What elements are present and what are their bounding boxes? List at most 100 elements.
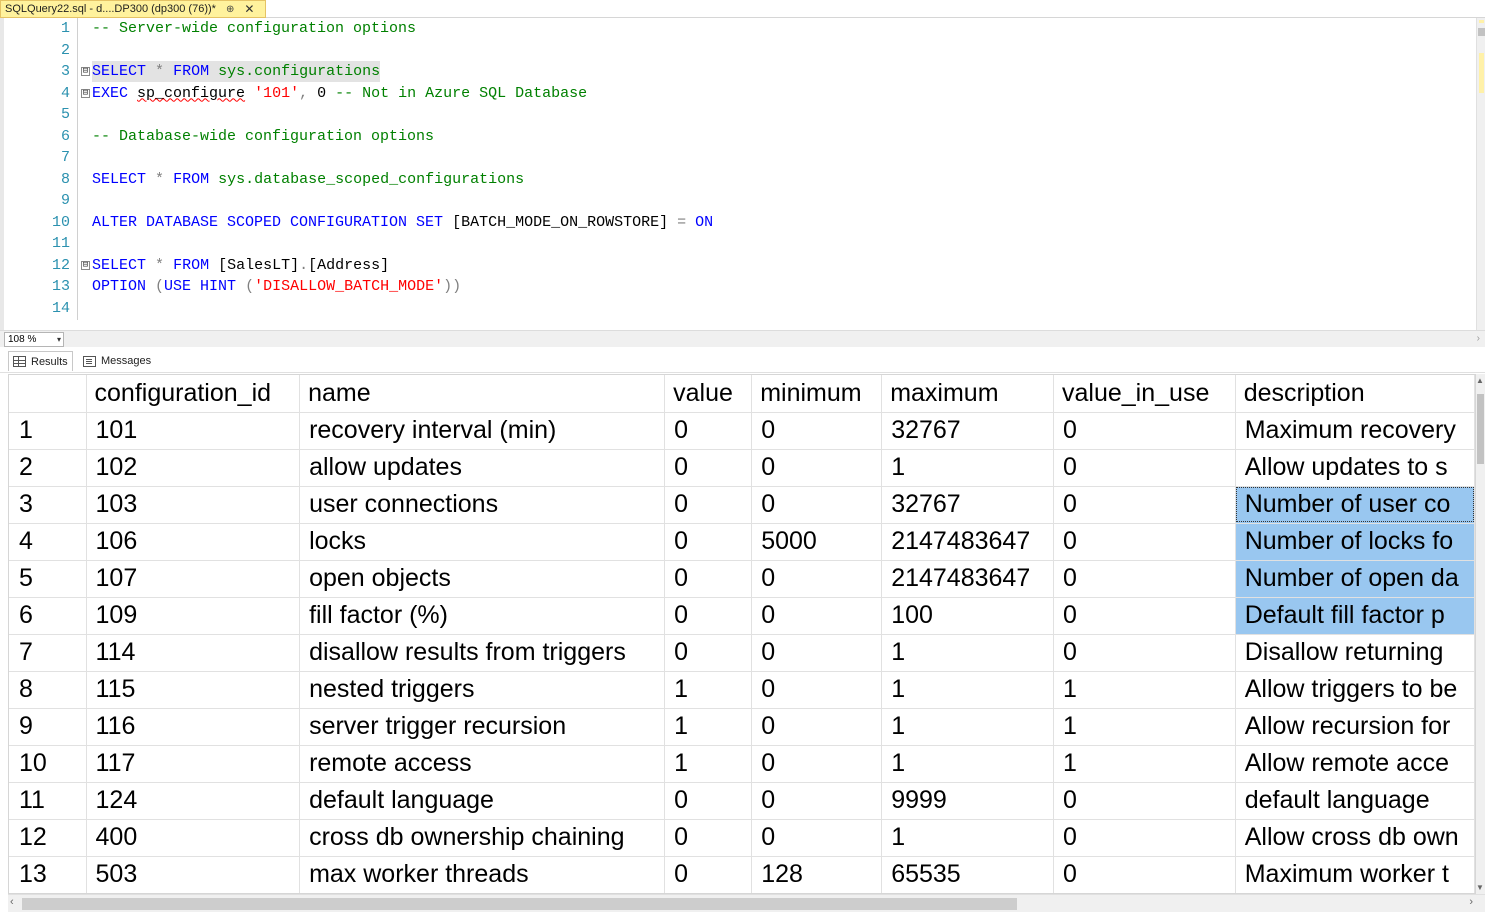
grid-vscroll-thumb[interactable] [1477, 394, 1484, 464]
table-cell[interactable]: nested triggers [299, 671, 666, 709]
table-cell[interactable]: 1 [664, 708, 753, 746]
table-row[interactable]: 6 109 fill factor (%) 0 0 100 0 Default fill fa… [9, 597, 1475, 635]
table-cell[interactable]: 0 [1053, 634, 1236, 672]
table-cell[interactable]: 2147483647 [881, 523, 1055, 561]
row-number[interactable]: 6 [9, 597, 87, 635]
code-line[interactable]: 10 ALTER DATABASE SCOPED CONFIGURATION SE… [0, 212, 1470, 233]
table-cell[interactable]: 0 [664, 819, 753, 857]
table-cell[interactable]: 1 [881, 449, 1055, 487]
table-cell[interactable]: 0 [751, 597, 883, 635]
code-line[interactable]: 13 OPTION (USE HINT ('DISALLOW_BATCH_MODE… [0, 276, 1470, 297]
table-cell[interactable]: 101 [86, 412, 301, 450]
table-cell[interactable]: 0 [664, 856, 753, 893]
table-cell[interactable]: 0 [751, 782, 883, 820]
table-cell[interactable]: 400 [86, 819, 301, 857]
table-cell[interactable]: 1 [881, 671, 1055, 709]
row-number[interactable]: 7 [9, 634, 87, 672]
table-cell[interactable]: 0 [1053, 412, 1236, 450]
table-cell[interactable]: 0 [664, 449, 753, 487]
column-header[interactable]: value_in_use [1053, 375, 1236, 413]
pin-icon[interactable]: ⊕ [226, 4, 234, 15]
table-cell[interactable]: 102 [86, 449, 301, 487]
column-header[interactable]: description [1235, 375, 1475, 413]
table-row[interactable]: 5 107 open objects 0 0 2147483647 0 Number of o… [9, 560, 1475, 598]
table-cell[interactable]: Maximum worker t [1235, 856, 1475, 893]
row-number[interactable]: 3 [9, 486, 87, 524]
row-number[interactable]: 13 [9, 856, 87, 893]
row-number[interactable]: 8 [9, 671, 87, 709]
table-cell[interactable]: 9999 [881, 782, 1055, 820]
close-icon[interactable]: ✕ [244, 2, 254, 16]
scroll-down-icon[interactable]: ▼ [1476, 883, 1484, 892]
table-row[interactable]: 2 102 allow updates 0 0 1 0 Allow updates to s [9, 449, 1475, 487]
table-cell[interactable]: 0 [751, 745, 883, 783]
table-cell[interactable]: Number of user co [1235, 486, 1475, 524]
chevron-down-icon[interactable]: ▾ [57, 333, 61, 346]
code-line[interactable]: 12 ⊟ SELECT * FROM [SalesLT].[Address] [0, 255, 1470, 276]
table-cell[interactable]: 0 [1053, 449, 1236, 487]
table-row[interactable]: 9 116 server trigger recursion 1 0 1 1 Allow re… [9, 708, 1475, 746]
column-header[interactable]: configuration_id [86, 375, 301, 413]
code-line[interactable]: 7 [0, 147, 1470, 168]
code-line[interactable]: 1 -- Server-wide configuration options [0, 18, 1470, 39]
table-cell[interactable]: Number of locks fo [1235, 523, 1475, 561]
table-cell[interactable]: 0 [1053, 819, 1236, 857]
grid-hscroll-thumb[interactable] [22, 898, 1017, 910]
table-cell[interactable]: 0 [751, 449, 883, 487]
row-number[interactable]: 5 [9, 560, 87, 598]
table-row[interactable]: 10 117 remote access 1 0 1 1 Allow remote acce [9, 745, 1475, 783]
table-cell[interactable]: 1 [881, 745, 1055, 783]
table-cell[interactable]: 32767 [881, 486, 1055, 524]
scroll-up-icon[interactable]: ▲ [1476, 376, 1484, 385]
table-cell[interactable]: 117 [86, 745, 301, 783]
column-header[interactable]: maximum [881, 375, 1055, 413]
row-number[interactable]: 9 [9, 708, 87, 746]
scroll-left-icon[interactable]: ‹ [10, 896, 14, 908]
table-cell[interactable]: 503 [86, 856, 301, 893]
editor-vertical-scrollbar[interactable] [1476, 18, 1485, 330]
code-line[interactable]: 4 ⊟ EXEC sp_configure '101', 0 -- Not in A… [0, 83, 1470, 104]
table-cell[interactable]: 0 [664, 560, 753, 598]
grid-vertical-scrollbar[interactable]: ▲ ▼ [1476, 374, 1485, 894]
table-cell[interactable]: 0 [1053, 560, 1236, 598]
table-cell[interactable]: 0 [664, 523, 753, 561]
scroll-right-icon[interactable]: › [1477, 333, 1480, 344]
tab-messages[interactable]: Messages [79, 351, 155, 371]
table-cell[interactable]: 114 [86, 634, 301, 672]
table-cell[interactable]: 1 [1053, 745, 1236, 783]
table-cell[interactable]: 1 [1053, 671, 1236, 709]
table-cell[interactable]: 0 [664, 412, 753, 450]
table-cell[interactable]: Maximum recovery [1235, 412, 1475, 450]
row-number[interactable]: 12 [9, 819, 87, 857]
table-cell[interactable]: Allow triggers to be [1235, 671, 1475, 709]
table-cell[interactable]: allow updates [299, 449, 666, 487]
row-number[interactable]: 11 [9, 782, 87, 820]
table-cell[interactable]: max worker threads [299, 856, 666, 893]
table-cell[interactable]: 109 [86, 597, 301, 635]
column-header[interactable]: name [299, 375, 666, 413]
table-cell[interactable]: 128 [751, 856, 883, 893]
collapse-region-icon[interactable]: ⊟ [81, 67, 90, 76]
table-row[interactable]: 11 124 default language 0 0 9999 0 default lang… [9, 782, 1475, 820]
results-grid[interactable]: configuration_id name value minimum maximum v… [8, 374, 1476, 894]
table-cell[interactable]: 0 [751, 634, 883, 672]
table-cell[interactable]: 1 [881, 819, 1055, 857]
table-cell[interactable]: 1 [881, 634, 1055, 672]
table-cell[interactable]: Allow recursion for [1235, 708, 1475, 746]
table-cell[interactable]: Allow updates to s [1235, 449, 1475, 487]
table-cell[interactable]: 0 [1053, 486, 1236, 524]
table-row[interactable]: 13 503 max worker threads 0 128 65535 0 Maximum… [9, 856, 1475, 893]
table-cell[interactable]: default language [1235, 782, 1475, 820]
column-header[interactable]: minimum [751, 375, 883, 413]
table-cell[interactable]: default language [299, 782, 666, 820]
table-cell[interactable]: 124 [86, 782, 301, 820]
table-cell[interactable]: Default fill factor p [1235, 597, 1475, 635]
code-line[interactable]: 2 [0, 40, 1470, 61]
table-cell[interactable]: Allow remote acce [1235, 745, 1475, 783]
code-line[interactable]: 6 -- Database-wide configuration options [0, 126, 1470, 147]
table-cell[interactable]: 0 [751, 708, 883, 746]
table-cell[interactable]: 0 [664, 634, 753, 672]
code-line[interactable]: 9 [0, 190, 1470, 211]
column-header-rownum[interactable] [9, 375, 87, 413]
table-cell[interactable]: 0 [751, 560, 883, 598]
